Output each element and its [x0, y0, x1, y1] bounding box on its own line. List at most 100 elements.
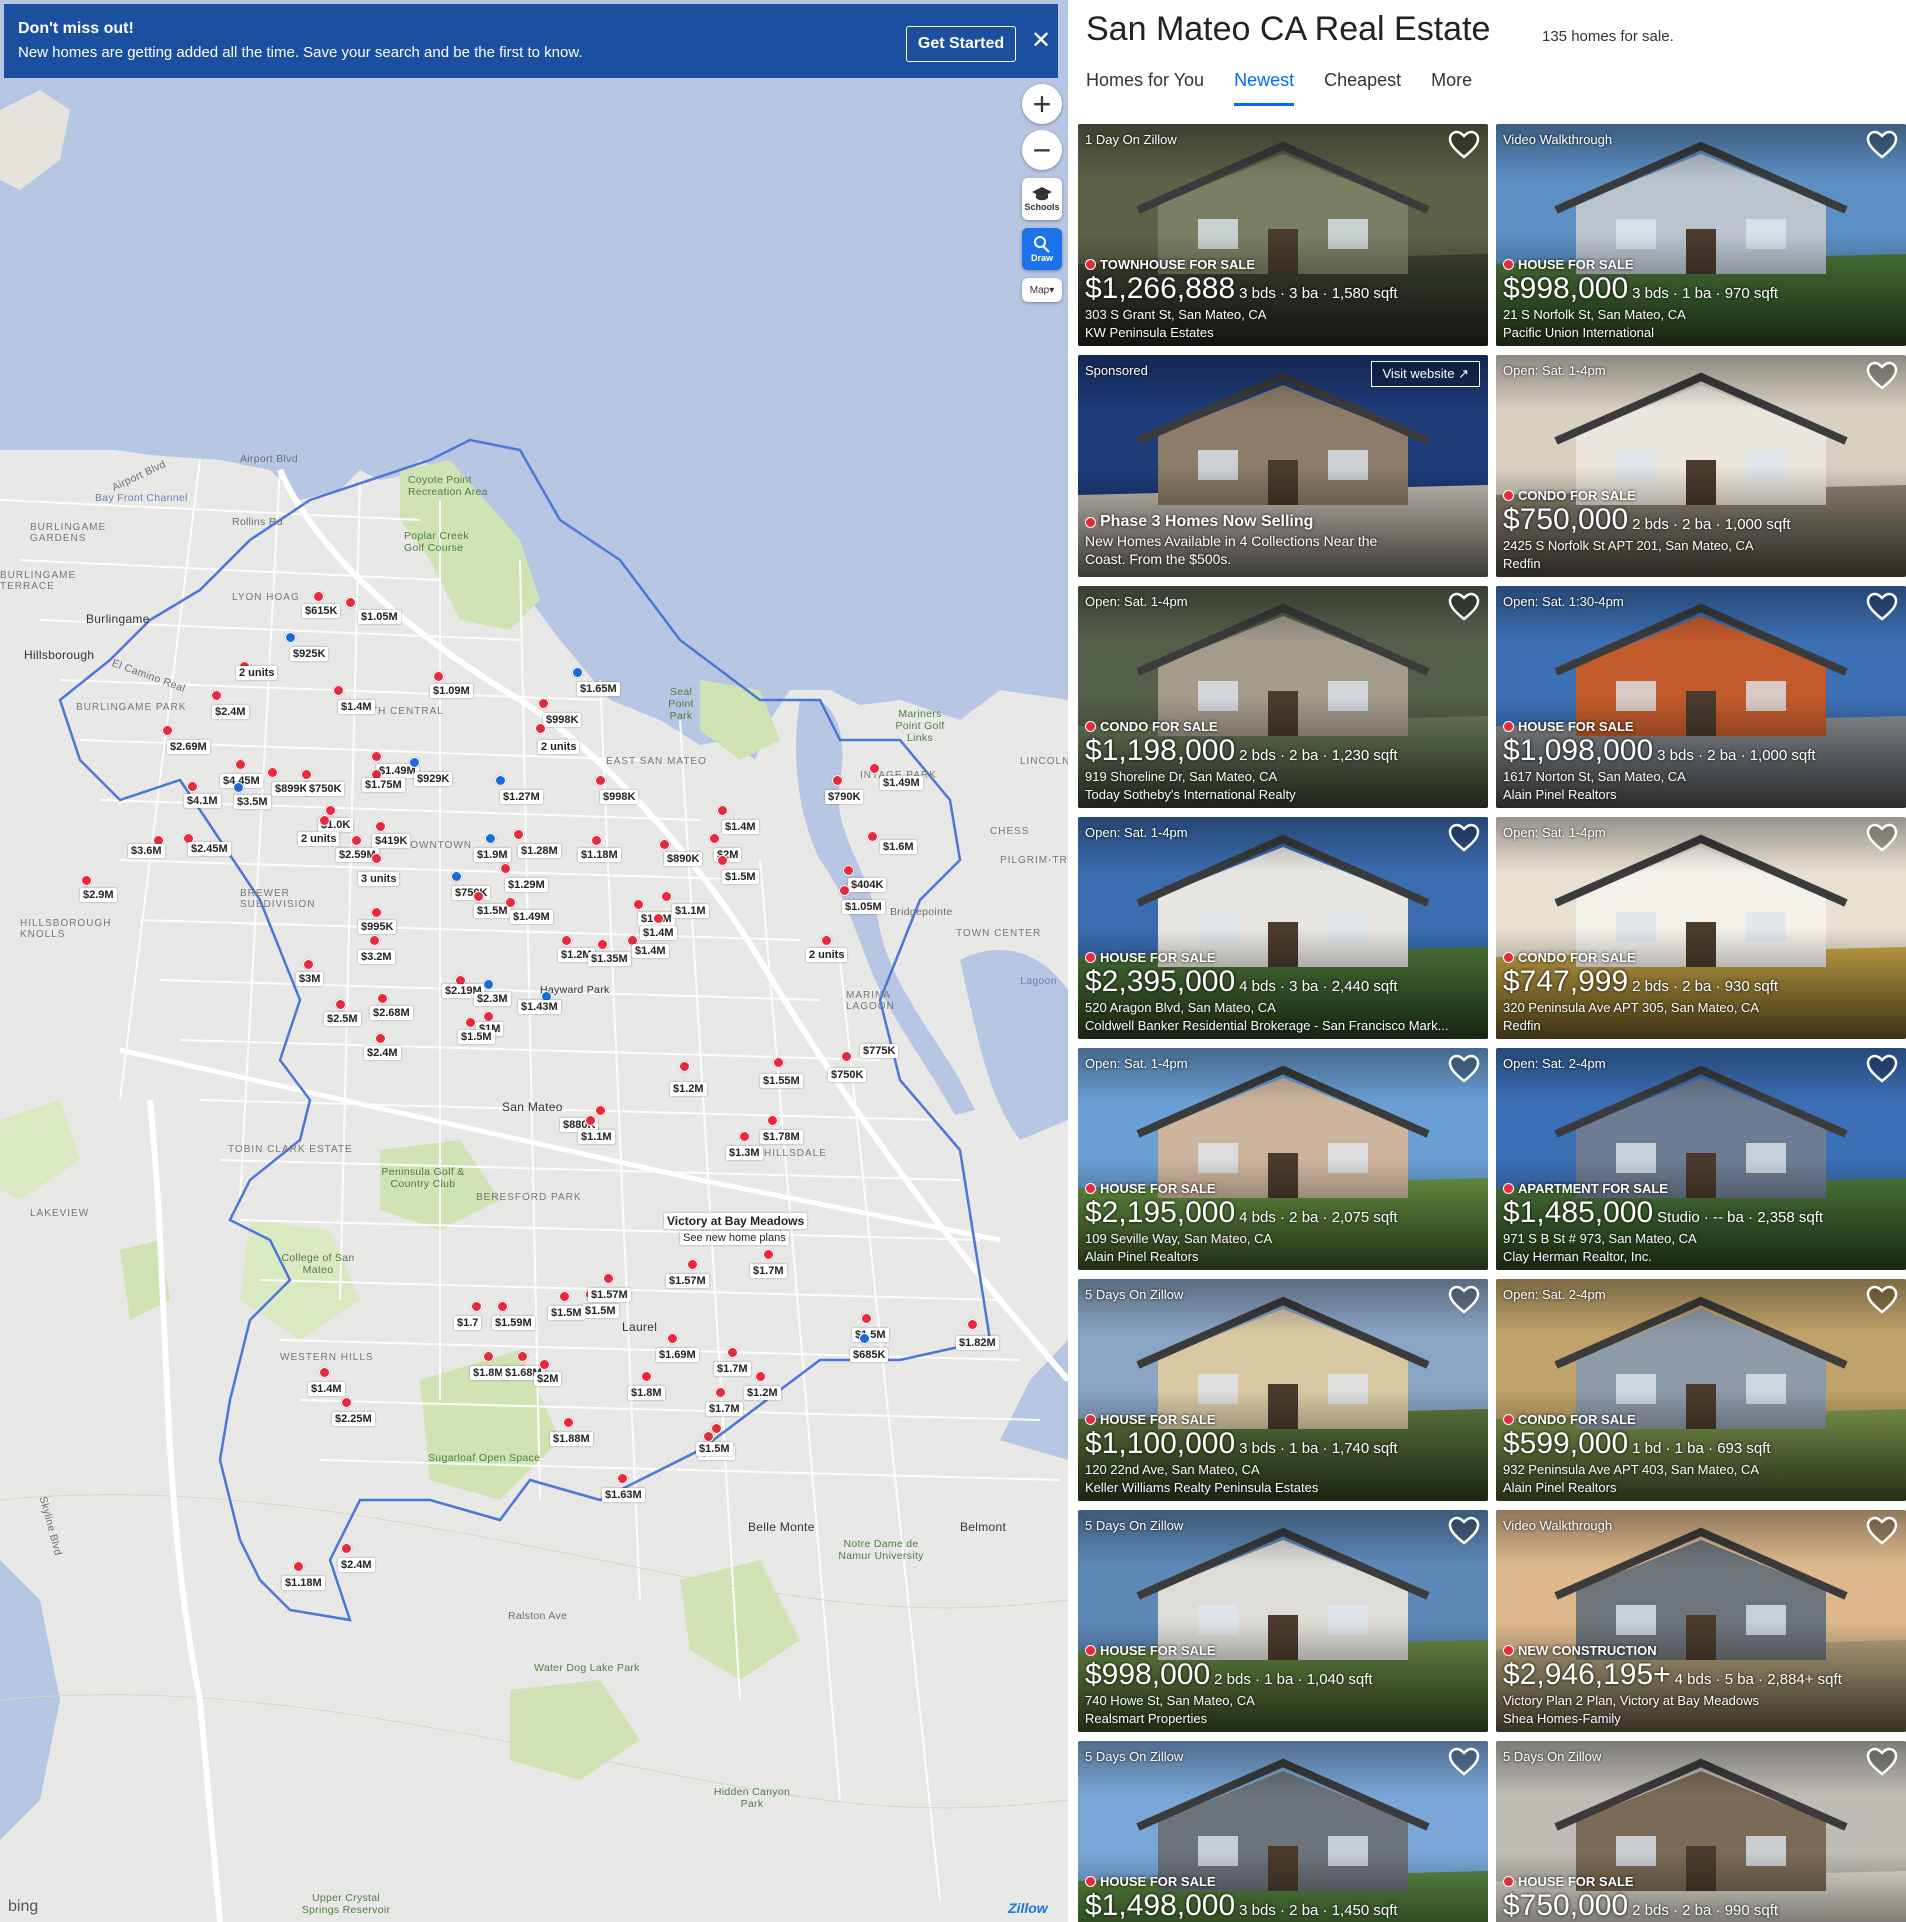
price-pin-label[interactable]: $1.4M	[308, 1382, 345, 1396]
price-pin-label[interactable]: $1.1M	[672, 904, 709, 918]
listing-pin[interactable]	[585, 1115, 596, 1126]
listing-pin[interactable]	[832, 775, 843, 786]
price-pin-label[interactable]: $750K	[306, 782, 345, 796]
price-pin-label[interactable]: $1.55M	[760, 1074, 803, 1088]
listing-pin[interactable]	[325, 805, 336, 816]
listing-pin[interactable]	[162, 725, 173, 736]
listing-pin[interactable]	[617, 1473, 628, 1484]
price-pin-label[interactable]: $1.88M	[550, 1432, 593, 1446]
price-pin-label[interactable]: $1.4M	[632, 944, 669, 958]
price-pin-label[interactable]: $1.05M	[842, 900, 885, 914]
listing-card[interactable]: 5 Days On Zillow HOUSE FOR SALE $998,000…	[1078, 1510, 1488, 1732]
listing-card[interactable]: Open: Sat. 1-4pm CONDO FOR SALE $747,999…	[1496, 817, 1906, 1039]
heart-icon[interactable]	[1866, 1285, 1898, 1315]
heart-icon[interactable]	[1866, 130, 1898, 160]
price-pin-label[interactable]: $1.82M	[956, 1336, 999, 1350]
price-pin-label[interactable]: $2.25M	[332, 1412, 375, 1426]
listing-pin[interactable]	[517, 1351, 528, 1362]
listing-card[interactable]: 5 Days On Zillow HOUSE FOR SALE $1,100,0…	[1078, 1279, 1488, 1501]
price-pin-label[interactable]: $2.4M	[338, 1558, 375, 1572]
listing-pin[interactable]	[767, 1115, 778, 1126]
listing-pin[interactable]	[559, 1291, 570, 1302]
listing-card[interactable]: Video Walkthrough NEW CONSTRUCTION $2,94…	[1496, 1510, 1906, 1732]
listing-pin[interactable]	[653, 913, 664, 924]
price-pin-label[interactable]: $1.4M	[338, 700, 375, 714]
price-pin-label[interactable]: $929K	[414, 772, 453, 786]
listing-pin[interactable]	[319, 815, 330, 826]
listing-pin[interactable]	[187, 781, 198, 792]
price-pin-label[interactable]: $1.5M	[548, 1306, 585, 1320]
price-pin-label[interactable]: $1.18M	[282, 1576, 325, 1590]
price-pin-label[interactable]: $1.57M	[588, 1288, 631, 1302]
listing-pin[interactable]	[539, 1359, 550, 1370]
listing-card[interactable]: Open: Sat. 2-4pm CONDO FOR SALE $599,000…	[1496, 1279, 1906, 1501]
price-pin-label[interactable]: $2M	[534, 1372, 562, 1386]
listing-pin[interactable]	[633, 899, 644, 910]
listing-card[interactable]: Open: Sat. 1-4pm CONDO FOR SALE $750,000…	[1496, 355, 1906, 577]
price-pin-label[interactable]: $775K	[860, 1044, 899, 1058]
listing-pin[interactable]	[513, 829, 524, 840]
price-pin-label[interactable]: $1.57M	[666, 1274, 709, 1288]
listing-pin[interactable]	[81, 875, 92, 886]
listing-pin[interactable]	[345, 597, 356, 608]
listing-pin[interactable]	[739, 1131, 750, 1142]
price-pin-label[interactable]: $2.4M	[364, 1046, 401, 1060]
listing-pin[interactable]	[371, 853, 382, 864]
price-pin-label[interactable]: $1.4M	[722, 820, 759, 834]
price-pin-label[interactable]: $1.27M	[500, 790, 543, 804]
listing-pin[interactable]	[867, 831, 878, 842]
listing-pin[interactable]	[377, 993, 388, 1004]
listing-pin[interactable]	[451, 871, 462, 882]
price-pin-label[interactable]: 2 units	[538, 740, 580, 754]
price-pin-label[interactable]: $1.29M	[505, 878, 548, 892]
listing-pin[interactable]	[597, 939, 608, 950]
price-pin-label[interactable]: $1.1M	[578, 1130, 615, 1144]
tab-more[interactable]: More	[1431, 70, 1472, 106]
price-pin-label[interactable]: 2 units	[236, 666, 278, 680]
price-pin-label[interactable]: $1.2M	[744, 1386, 781, 1400]
price-pin-label[interactable]: $750K	[452, 886, 491, 900]
listing-pin[interactable]	[591, 835, 602, 846]
price-pin-label[interactable]: $1.2M	[670, 1082, 707, 1096]
price-pin-label[interactable]: 2 units	[298, 832, 340, 846]
price-pin-label[interactable]: $998K	[600, 790, 639, 804]
listing-pin[interactable]	[409, 757, 420, 768]
listing-pin[interactable]	[561, 935, 572, 946]
bay-meadows-label[interactable]: Victory at Bay Meadows	[664, 1213, 808, 1229]
listing-pin[interactable]	[821, 935, 832, 946]
listing-card[interactable]: 1 Day On Zillow TOWNHOUSE FOR SALE $1,26…	[1078, 124, 1488, 346]
price-pin-label[interactable]: $615K	[302, 604, 341, 618]
heart-icon[interactable]	[1448, 1285, 1480, 1315]
listing-pin[interactable]	[335, 999, 346, 1010]
bay-meadows-sub[interactable]: See new home plans	[680, 1231, 789, 1245]
price-pin-label[interactable]: $1.9M	[474, 848, 511, 862]
listing-pin[interactable]	[839, 885, 850, 896]
heart-icon[interactable]	[1866, 361, 1898, 391]
price-pin-label[interactable]: $1.5M	[474, 904, 511, 918]
listing-pin[interactable]	[465, 1017, 476, 1028]
price-pin-label[interactable]: $2.69M	[167, 740, 210, 754]
listing-pin[interactable]	[641, 1371, 652, 1382]
heart-icon[interactable]	[1448, 1516, 1480, 1546]
listing-pin[interactable]	[495, 775, 506, 786]
heart-icon[interactable]	[1448, 1054, 1480, 1084]
listing-pin[interactable]	[235, 759, 246, 770]
price-pin-label[interactable]: $1.18M	[578, 848, 621, 862]
listing-pin[interactable]	[711, 1423, 722, 1434]
listing-pin[interactable]	[773, 1057, 784, 1068]
listing-pin[interactable]	[595, 775, 606, 786]
get-started-button[interactable]: Get Started	[906, 26, 1016, 62]
price-pin-label[interactable]: $1.8M	[628, 1386, 665, 1400]
listing-card[interactable]: Open: Sat. 1-4pm HOUSE FOR SALE $2,195,0…	[1078, 1048, 1488, 1270]
price-pin-label[interactable]: $419K	[372, 834, 411, 848]
listing-pin[interactable]	[341, 1543, 352, 1554]
listing-pin[interactable]	[717, 855, 728, 866]
listing-pin[interactable]	[687, 1259, 698, 1270]
price-pin-label[interactable]: $1.5M	[722, 870, 759, 884]
price-pin-label[interactable]: $1.7M	[706, 1402, 743, 1416]
listing-pin[interactable]	[293, 1561, 304, 1572]
price-pin-label[interactable]: $1.69M	[656, 1348, 699, 1362]
price-pin-label[interactable]: $3M	[296, 972, 324, 986]
price-pin-label[interactable]: $4.1M	[184, 794, 221, 808]
heart-icon[interactable]	[1866, 823, 1898, 853]
